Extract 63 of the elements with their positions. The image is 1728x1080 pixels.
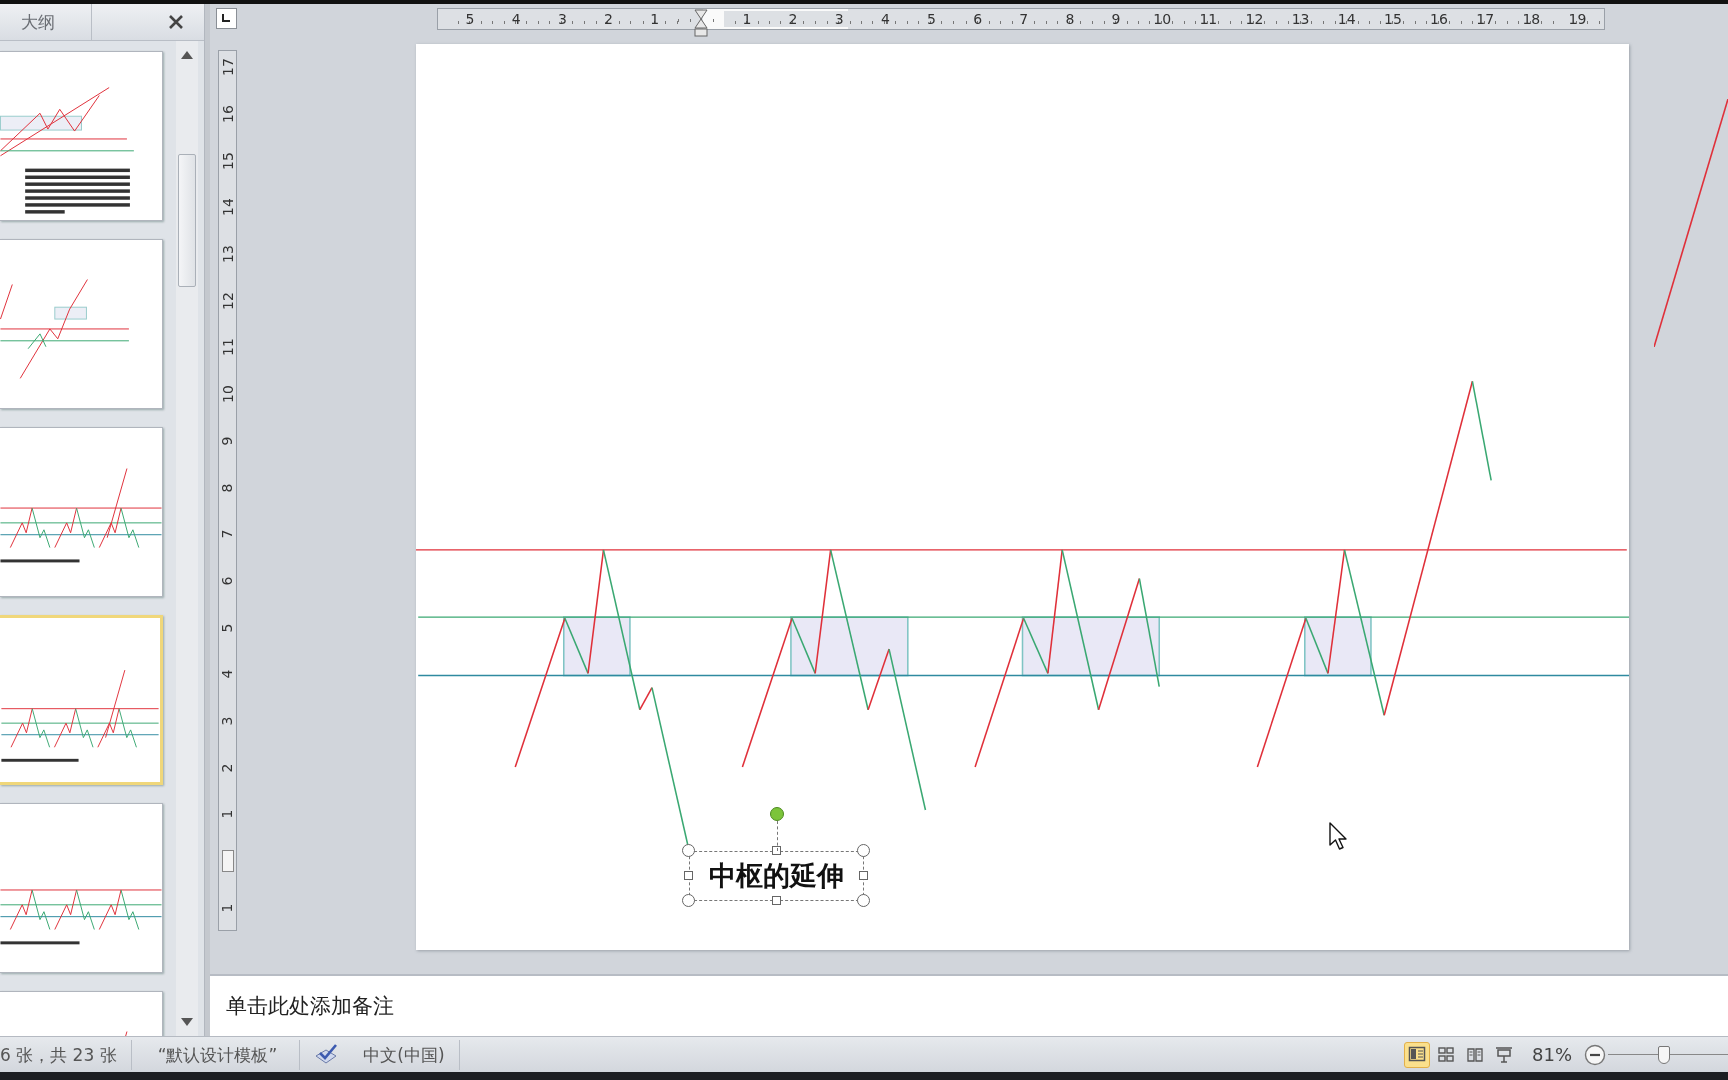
tab-stop-icon[interactable]	[216, 8, 237, 29]
ruler-number: 11	[220, 338, 235, 357]
notes-pane[interactable]: 单击此处添加备注	[210, 974, 1728, 1036]
ruler-number: 5	[447, 11, 494, 27]
ruler-number: 3	[220, 716, 235, 726]
ruler-number: 4	[220, 669, 235, 679]
ruler-number: 7	[220, 529, 235, 539]
ruler-number: 4	[493, 11, 540, 27]
ruler-number: 3	[539, 11, 586, 27]
indent-marker[interactable]	[693, 9, 708, 37]
scroll-up-icon[interactable]	[181, 51, 193, 59]
slide-counter: 6 张，共 23 张	[0, 1039, 132, 1070]
language-indicator: 中文(中国)	[338, 1039, 460, 1070]
rotation-handle[interactable]	[769, 807, 784, 821]
ruler-number: 2	[770, 11, 817, 27]
ruler-marker[interactable]	[221, 850, 234, 873]
ruler-number: 14	[220, 198, 235, 217]
resize-handle[interactable]	[859, 871, 868, 880]
ruler-number: 3	[816, 11, 863, 27]
slider-thumb[interactable]	[1658, 1045, 1671, 1064]
slide-thumbnail[interactable]	[0, 615, 163, 785]
theme-name: “默认设计模板”	[131, 1039, 301, 1070]
ruler-number: 10	[220, 385, 235, 404]
zoom-level: 81%	[1532, 1044, 1572, 1065]
ruler-number: 5	[220, 623, 235, 633]
slide-thumbnail[interactable]	[0, 803, 163, 973]
slide-thumbnail[interactable]	[0, 427, 163, 597]
ruler-number: 1	[631, 11, 678, 27]
ruler-number: 13	[220, 245, 235, 263]
ruler-number: 15	[220, 151, 235, 170]
resize-handle[interactable]	[771, 896, 781, 905]
notes-prompt: 单击此处添加备注	[226, 993, 394, 1020]
ruler-number: 6	[220, 576, 235, 586]
ruler-number: 2	[220, 763, 235, 773]
resize-handle[interactable]	[771, 846, 781, 855]
ruler-number: 2	[585, 11, 632, 27]
slide-thumbnail[interactable]	[0, 51, 163, 221]
ruler-number: 9	[220, 436, 235, 446]
spellcheck-icon[interactable]	[314, 1043, 339, 1066]
pivot-zone	[563, 616, 631, 677]
ruler-number: 4	[862, 11, 909, 27]
ruler-number: 17	[220, 58, 235, 77]
close-icon[interactable]	[168, 14, 184, 30]
ruler-number: 8	[220, 483, 235, 492]
normal-view-icon[interactable]	[1404, 1041, 1430, 1068]
scrollbar[interactable]	[176, 41, 198, 1036]
zoom-out-icon[interactable]	[1584, 1043, 1606, 1066]
resize-handle[interactable]	[684, 871, 693, 880]
pointer-icon	[1329, 822, 1349, 850]
ruler-number: 1	[723, 11, 770, 27]
resize-handle[interactable]	[857, 844, 870, 857]
ruler-number: 12	[220, 291, 235, 310]
resize-handle[interactable]	[682, 894, 695, 907]
resize-handle[interactable]	[682, 844, 695, 857]
ruler-number: 5	[908, 11, 955, 27]
resize-handle[interactable]	[857, 894, 870, 907]
slide-thumbnail[interactable]	[0, 239, 163, 409]
scroll-thumb[interactable]	[178, 154, 196, 287]
pivot-zone	[1304, 616, 1372, 677]
ruler-number: 1	[220, 903, 235, 913]
ruler-number: 1	[220, 809, 235, 819]
ruler-number: 16	[220, 105, 235, 123]
scroll-down-icon[interactable]	[181, 1018, 193, 1026]
